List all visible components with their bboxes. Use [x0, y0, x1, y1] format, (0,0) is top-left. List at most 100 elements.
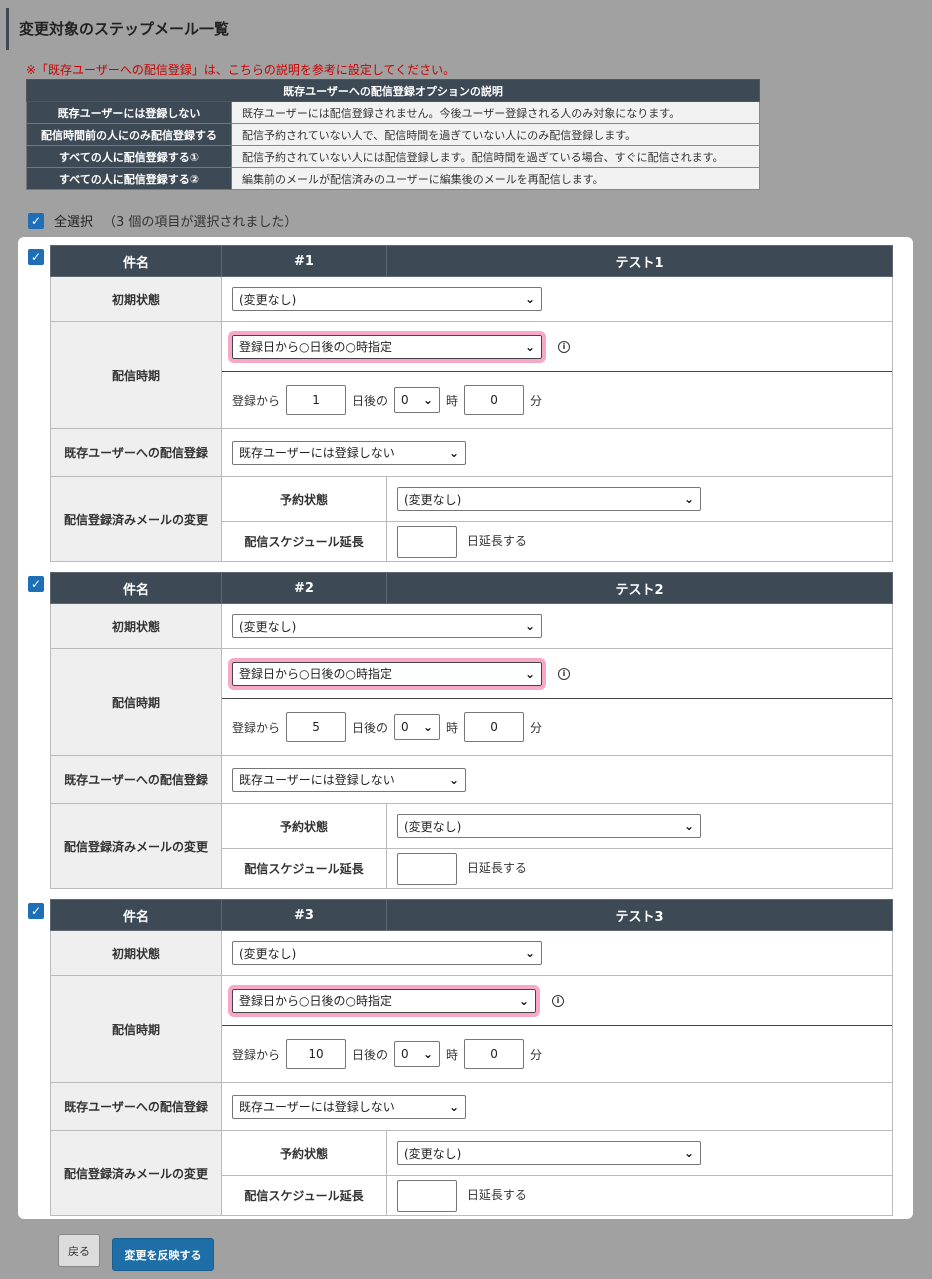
item-number: #3 [221, 899, 387, 931]
days-input[interactable]: 10 [286, 1039, 347, 1069]
initial-state-cell: (変更なし) ⌄ [220, 603, 894, 649]
step-mail-list-panel: ✓ 件名 #1 テスト1 初期状態 (変更なし) ⌄ 配信時期 登録日から○日後… [18, 237, 913, 1219]
existing-users-cell: 既存ユーザーには登録しない ⌄ [220, 428, 894, 477]
chevron-down-icon: ⌄ [524, 292, 535, 306]
initial-state-label: 初期状態 [50, 930, 222, 976]
minute-input[interactable]: 0 [464, 385, 525, 415]
delivery-timing-cell: 登録日から○日後の○時指定 ⌄ i 登録から 10 日後の 0 ⌄ 時 0 分 [220, 975, 894, 1083]
info-icon[interactable]: i [552, 994, 564, 1007]
schedule-extend-label: 配信スケジュール延長 [221, 848, 387, 889]
back-button[interactable]: 戻る [58, 1234, 100, 1267]
existing-users-label: 既存ユーザーへの配信登録 [50, 1082, 222, 1131]
schedule-extend-cell: 日延長する [385, 521, 894, 562]
initial-state-value: (変更なし) [239, 292, 297, 307]
initial-state-select[interactable]: (変更なし) ⌄ [232, 614, 542, 638]
option-desc: 配信予約されていない人には配信登録します。配信時間を過ぎている場合、すぐに配信さ… [231, 145, 760, 168]
select-all-checkbox[interactable]: ✓ [28, 212, 44, 229]
item-name: テスト1 [385, 245, 894, 277]
chevron-down-icon: ⌄ [422, 1047, 434, 1061]
hour-value: 0 [401, 1047, 409, 1061]
reservation-state-select[interactable]: (変更なし) ⌄ [397, 487, 701, 511]
reservation-state-label: 予約状態 [221, 476, 387, 522]
delivery-timing-value: 登録日から○日後の○時指定 [239, 667, 392, 681]
reservation-state-label: 予約状態 [221, 1130, 387, 1176]
existing-users-label: 既存ユーザーへの配信登録 [50, 755, 222, 804]
existing-users-label: 既存ユーザーへの配信登録 [50, 428, 222, 477]
chevron-down-icon: ⌄ [518, 993, 529, 1008]
chevron-down-icon: ⌄ [524, 946, 535, 960]
option-name: すべての人に配信登録する① [26, 145, 232, 168]
option-desc: 編集前のメールが配信済みのユーザーに編集後のメールを再配信します。 [231, 167, 760, 190]
delivery-timing-cell: 登録日から○日後の○時指定 ⌄ i 登録から 5 日後の 0 ⌄ 時 0 分 [220, 648, 894, 756]
minute-input[interactable]: 0 [464, 712, 525, 742]
existing-users-cell: 既存ユーザーには登録しない ⌄ [220, 1082, 894, 1131]
hour-select[interactable]: 0 ⌄ [394, 1041, 441, 1067]
reservation-state-label: 予約状態 [221, 803, 387, 849]
info-icon[interactable]: i [558, 667, 570, 680]
reservation-state-value: (変更なし) [404, 819, 462, 834]
schedule-extend-label: 配信スケジュール延長 [221, 521, 387, 562]
chevron-down-icon: ⌄ [683, 819, 694, 833]
apply-changes-button[interactable]: 変更を反映する [112, 1238, 214, 1271]
hour-select[interactable]: 0 ⌄ [394, 387, 441, 413]
options-table-caption: 既存ユーザーへの配信登録オプションの説明 [26, 79, 760, 102]
schedule-extend-cell: 日延長する [385, 1175, 894, 1216]
initial-state-value: (変更なし) [239, 946, 297, 961]
item-name: テスト2 [385, 572, 894, 604]
minute-input[interactable]: 0 [464, 1039, 525, 1069]
extend-days-input[interactable] [397, 525, 457, 558]
select-all-label[interactable]: 全選択 [54, 211, 93, 230]
initial-state-label: 初期状態 [50, 276, 222, 322]
initial-state-select[interactable]: (変更なし) ⌄ [232, 941, 542, 965]
initial-state-select[interactable]: (変更なし) ⌄ [232, 287, 542, 311]
chevron-down-icon: ⌄ [422, 393, 434, 407]
options-explanation-table: 既存ユーザーへの配信登録オプションの説明 既存ユーザーには登録しない 既存ユーザー… [26, 79, 760, 190]
extend-days-input[interactable] [397, 852, 457, 885]
select-all-row: ✓ 全選択 （3 個の項目が選択されました） [28, 211, 297, 230]
schedule-extend-cell: 日延長する [385, 848, 894, 889]
minute-label: 分 [530, 720, 543, 735]
step-mail-table: 件名 #1 テスト1 初期状態 (変更なし) ⌄ 配信時期 登録日から○日後の○… [50, 245, 894, 562]
hour-value: 0 [401, 720, 409, 734]
item-number: #2 [221, 572, 387, 604]
from-registration-label: 登録から [232, 720, 281, 735]
page-title: 変更対象のステップメール一覧 [6, 8, 932, 50]
item-number: #1 [221, 245, 387, 277]
delivery-timing-label: 配信時期 [50, 975, 222, 1083]
chevron-down-icon: ⌄ [683, 492, 694, 506]
item-checkbox[interactable]: ✓ [28, 249, 44, 265]
existing-users-value: 既存ユーザーには登録しない [239, 773, 395, 787]
from-registration-label: 登録から [232, 393, 281, 408]
item-checkbox[interactable]: ✓ [28, 903, 44, 919]
extend-days-label: 日延長する [466, 1188, 527, 1202]
option-name: 配信時間前の人にのみ配信登録する [26, 123, 232, 146]
days-input[interactable]: 5 [286, 712, 347, 742]
reservation-state-select[interactable]: (変更なし) ⌄ [397, 1141, 701, 1165]
existing-users-select[interactable]: 既存ユーザーには登録しない ⌄ [232, 767, 466, 792]
info-icon[interactable]: i [558, 340, 570, 353]
existing-users-cell: 既存ユーザーには登録しない ⌄ [220, 755, 894, 804]
chevron-down-icon: ⌄ [448, 445, 459, 460]
step-mail-table: 件名 #2 テスト2 初期状態 (変更なし) ⌄ 配信時期 登録日から○日後の○… [50, 572, 894, 889]
days-input[interactable]: 1 [286, 385, 347, 415]
delivery-timing-select[interactable]: 登録日から○日後の○時指定 ⌄ [228, 330, 546, 363]
chevron-down-icon: ⌄ [422, 720, 434, 734]
hour-value: 0 [401, 393, 409, 407]
initial-state-label: 初期状態 [50, 603, 222, 649]
chevron-down-icon: ⌄ [524, 619, 535, 633]
existing-users-select[interactable]: 既存ユーザーには登録しない ⌄ [232, 440, 466, 465]
chevron-down-icon: ⌄ [448, 772, 459, 787]
reservation-state-cell: (変更なし) ⌄ [385, 1130, 894, 1176]
delivery-timing-cell: 登録日から○日後の○時指定 ⌄ i 登録から 1 日後の 0 ⌄ 時 0 分 [220, 321, 894, 429]
option-desc: 既存ユーザーには配信登録されません。今後ユーザー登録される人のみ対象になります。 [231, 101, 760, 124]
days-after-label: 日後の [352, 393, 389, 408]
from-registration-label: 登録から [232, 1047, 281, 1062]
hour-label: 時 [446, 393, 459, 408]
extend-days-input[interactable] [397, 1179, 457, 1212]
existing-users-select[interactable]: 既存ユーザーには登録しない ⌄ [232, 1094, 466, 1119]
item-checkbox[interactable]: ✓ [28, 576, 44, 592]
delivery-timing-select[interactable]: 登録日から○日後の○時指定 ⌄ [228, 984, 540, 1017]
delivery-timing-select[interactable]: 登録日から○日後の○時指定 ⌄ [228, 657, 546, 690]
reservation-state-select[interactable]: (変更なし) ⌄ [397, 814, 701, 838]
hour-select[interactable]: 0 ⌄ [394, 714, 441, 740]
